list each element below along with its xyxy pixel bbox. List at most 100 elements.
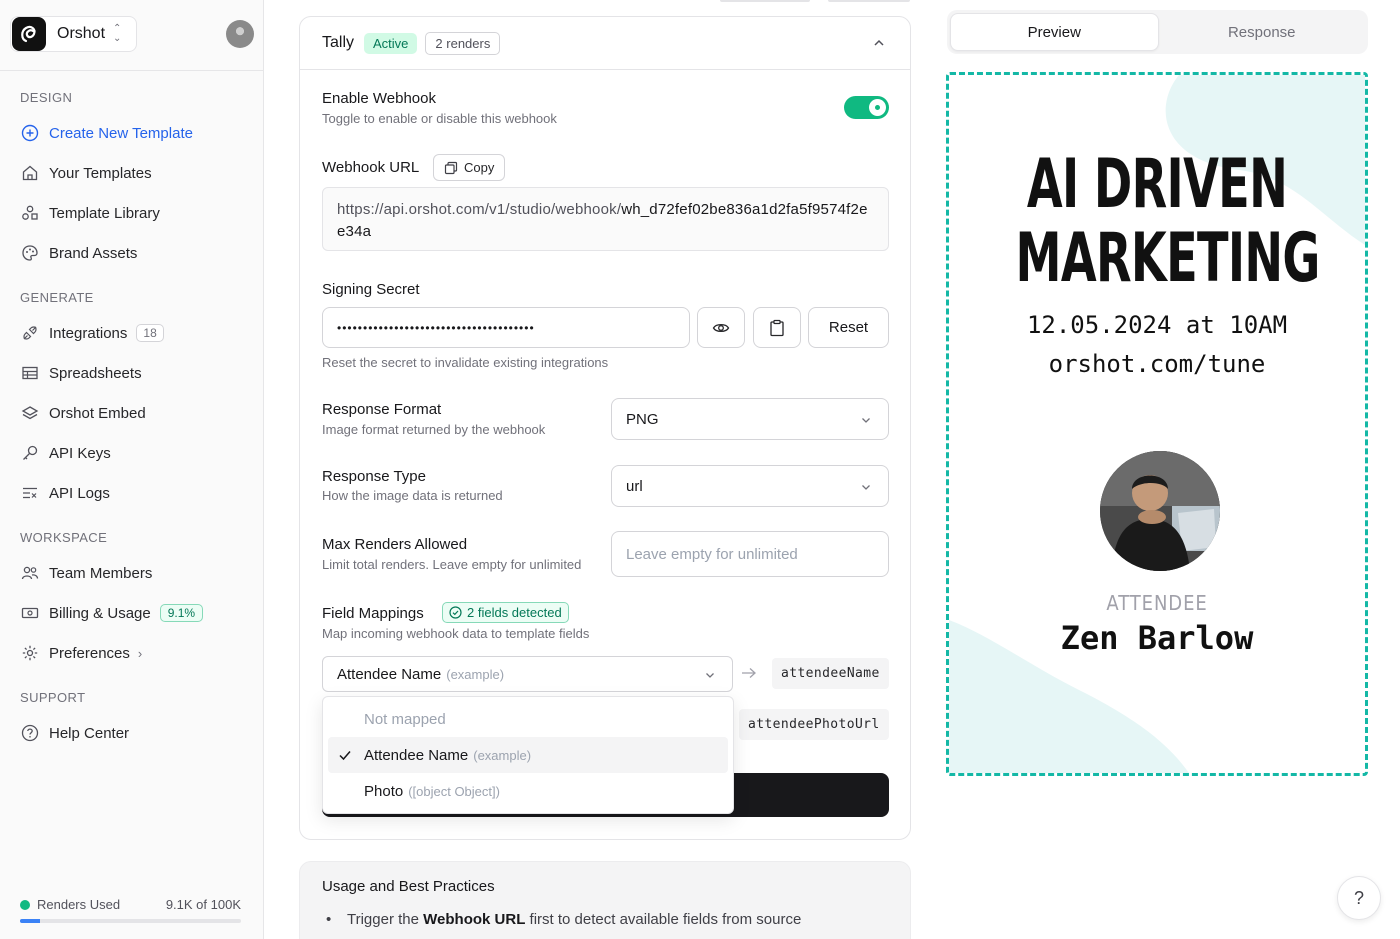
renders-used: Renders Used 9.1K of 100K	[20, 897, 241, 912]
user-avatar[interactable]	[226, 20, 254, 48]
sidebar-item-preferences[interactable]: Preferences ›	[20, 641, 142, 665]
signing-secret-input[interactable]: ••••••••••••••••••••••••••••••••••••••	[322, 307, 690, 348]
option-label: Attendee Name	[364, 746, 469, 764]
copy-secret-button[interactable]	[753, 307, 801, 348]
enable-webhook-toggle[interactable]	[844, 96, 889, 119]
banknote-icon	[20, 603, 40, 623]
chevron-right-icon: ›	[137, 645, 143, 661]
webhook-url-field[interactable]: https://api.orshot.com/v1/studio/webhook…	[322, 187, 889, 251]
dropdown-option-photo[interactable]: Photo ([object Object])	[328, 773, 728, 809]
help-button[interactable]: ?	[1337, 876, 1381, 920]
mapping-source-dropdown: Not mapped Attendee Name (example) Photo…	[322, 696, 734, 814]
copy-url-button[interactable]: Copy	[433, 154, 506, 181]
response-format-label: Response Format	[322, 401, 442, 418]
renders-used-value: 9.1K of 100K	[165, 897, 241, 912]
reveal-secret-button[interactable]	[697, 307, 745, 348]
response-format-select[interactable]: PNG	[611, 398, 889, 440]
sidebar-item-label: Billing & Usage	[49, 604, 151, 622]
sidebar-item-label: API Logs	[49, 484, 110, 502]
sidebar-item-label: API Keys	[49, 444, 111, 462]
plug-icon	[20, 323, 40, 343]
option-label: Not mapped	[364, 710, 446, 728]
tab-response[interactable]: Response	[1159, 13, 1366, 51]
toggle-knob	[869, 99, 886, 116]
chevron-down-icon	[860, 480, 872, 497]
sidebar-item-spreadsheets[interactable]: Spreadsheets	[20, 361, 142, 385]
response-type-select[interactable]: url	[611, 465, 889, 507]
integrations-count-badge: 18	[136, 324, 164, 342]
dropdown-option-not-mapped[interactable]: Not mapped	[328, 701, 728, 737]
status-badge: Active	[364, 32, 418, 54]
signing-secret-label: Signing Secret	[322, 281, 420, 298]
usage-item: Trigger the Webhook URL first to detect …	[322, 911, 888, 928]
plus-circle-icon	[20, 123, 40, 143]
sidebar-item-create-template[interactable]: Create New Template	[20, 121, 193, 145]
mapping-target-field: attendeeName	[772, 658, 889, 689]
field-mappings-desc: Map incoming webhook data to template fi…	[322, 626, 590, 641]
fields-detected-badge: 2 fields detected	[442, 602, 569, 623]
arrow-right-icon	[741, 666, 757, 684]
mapping-source-select[interactable]: Attendee Name (example)	[322, 656, 733, 692]
section-title-support: SUPPORT	[20, 690, 86, 705]
org-name: Orshot	[57, 25, 106, 42]
sidebar-item-label: Spreadsheets	[49, 364, 142, 382]
sidebar-item-label: Orshot Embed	[49, 404, 146, 422]
sidebar-item-help-center[interactable]: Help Center	[20, 721, 129, 745]
sidebar-item-label: Help Center	[49, 724, 130, 742]
eye-icon	[712, 323, 730, 332]
dropdown-option-attendee-name[interactable]: Attendee Name (example)	[328, 737, 728, 773]
preview-title-line-1: AI DRIVEN	[1026, 145, 1288, 224]
tab-preview[interactable]: Preview	[950, 13, 1159, 51]
usage-card: Usage and Best Practices Trigger the Web…	[299, 861, 911, 939]
org-switcher[interactable]: Orshot ⌃ ⌄	[10, 16, 137, 52]
option-label: Photo	[364, 782, 404, 800]
response-type-label: Response Type	[322, 468, 426, 485]
response-type-value: url	[626, 477, 643, 495]
chevron-up-icon[interactable]	[872, 36, 886, 54]
reset-secret-button[interactable]: Reset	[808, 307, 889, 348]
mapping-source-value: Attendee Name	[337, 665, 442, 683]
section-title-workspace: WORKSPACE	[20, 530, 108, 545]
renders-count-badge: 2 renders	[425, 31, 501, 55]
preview-date: 12.05.2024 at 10AM	[1026, 311, 1288, 339]
signing-secret-hint: Reset the secret to invalidate existing …	[322, 355, 609, 370]
option-hint: (example)	[473, 747, 532, 763]
sidebar-item-integrations[interactable]: Integrations 18	[20, 321, 164, 345]
response-type-desc: How the image data is returned	[322, 488, 503, 503]
chevron-up-down-icon: ⌃ ⌄	[113, 23, 122, 44]
sidebar-item-brand-assets[interactable]: Brand Assets	[20, 241, 137, 265]
usage-item-strong: Webhook URL	[423, 911, 526, 928]
renders-used-label: Renders Used	[37, 897, 121, 912]
sidebar-item-orshot-embed[interactable]: Orshot Embed	[20, 401, 146, 425]
max-renders-input[interactable]	[611, 531, 889, 577]
webhook-card-header[interactable]: Tally Active 2 renders	[300, 17, 910, 70]
response-format-value: PNG	[626, 410, 659, 428]
sidebar-item-team-members[interactable]: Team Members	[20, 561, 152, 585]
chevron-down-icon	[860, 413, 872, 430]
sidebar-item-api-keys[interactable]: API Keys	[20, 441, 111, 465]
max-renders-desc: Limit total renders. Leave empty for unl…	[322, 557, 582, 572]
sidebar-item-api-logs[interactable]: API Logs	[20, 481, 110, 505]
usage-item-text: Trigger the	[347, 911, 424, 928]
help-circle-icon	[20, 723, 40, 743]
list-filter-icon	[20, 483, 40, 503]
section-title-generate: GENERATE	[20, 290, 94, 305]
section-title-design: DESIGN	[20, 90, 73, 105]
fields-detected-text: 2 fields detected	[467, 605, 562, 620]
mapping-source-hint: (example)	[446, 666, 505, 682]
check-icon	[338, 748, 352, 766]
palette-icon	[20, 243, 40, 263]
sidebar-item-billing[interactable]: Billing & Usage 9.1%	[20, 601, 204, 625]
previous-card-edge	[828, 0, 910, 2]
users-icon	[20, 563, 40, 583]
orshot-logo	[12, 17, 46, 51]
sidebar-item-your-templates[interactable]: Your Templates	[20, 161, 152, 185]
sidebar-divider	[0, 70, 264, 71]
copy-button-label: Copy	[464, 160, 495, 175]
sidebar-item-template-library[interactable]: Template Library	[20, 201, 160, 225]
preview-attendee-name: Zen Barlow	[1060, 619, 1254, 657]
preview-url: orshot.com/tune	[1048, 350, 1266, 378]
preview-title-line-2: MARKETING	[1015, 219, 1321, 298]
clipboard-icon	[770, 319, 784, 336]
renders-progress-fill	[20, 919, 41, 923]
